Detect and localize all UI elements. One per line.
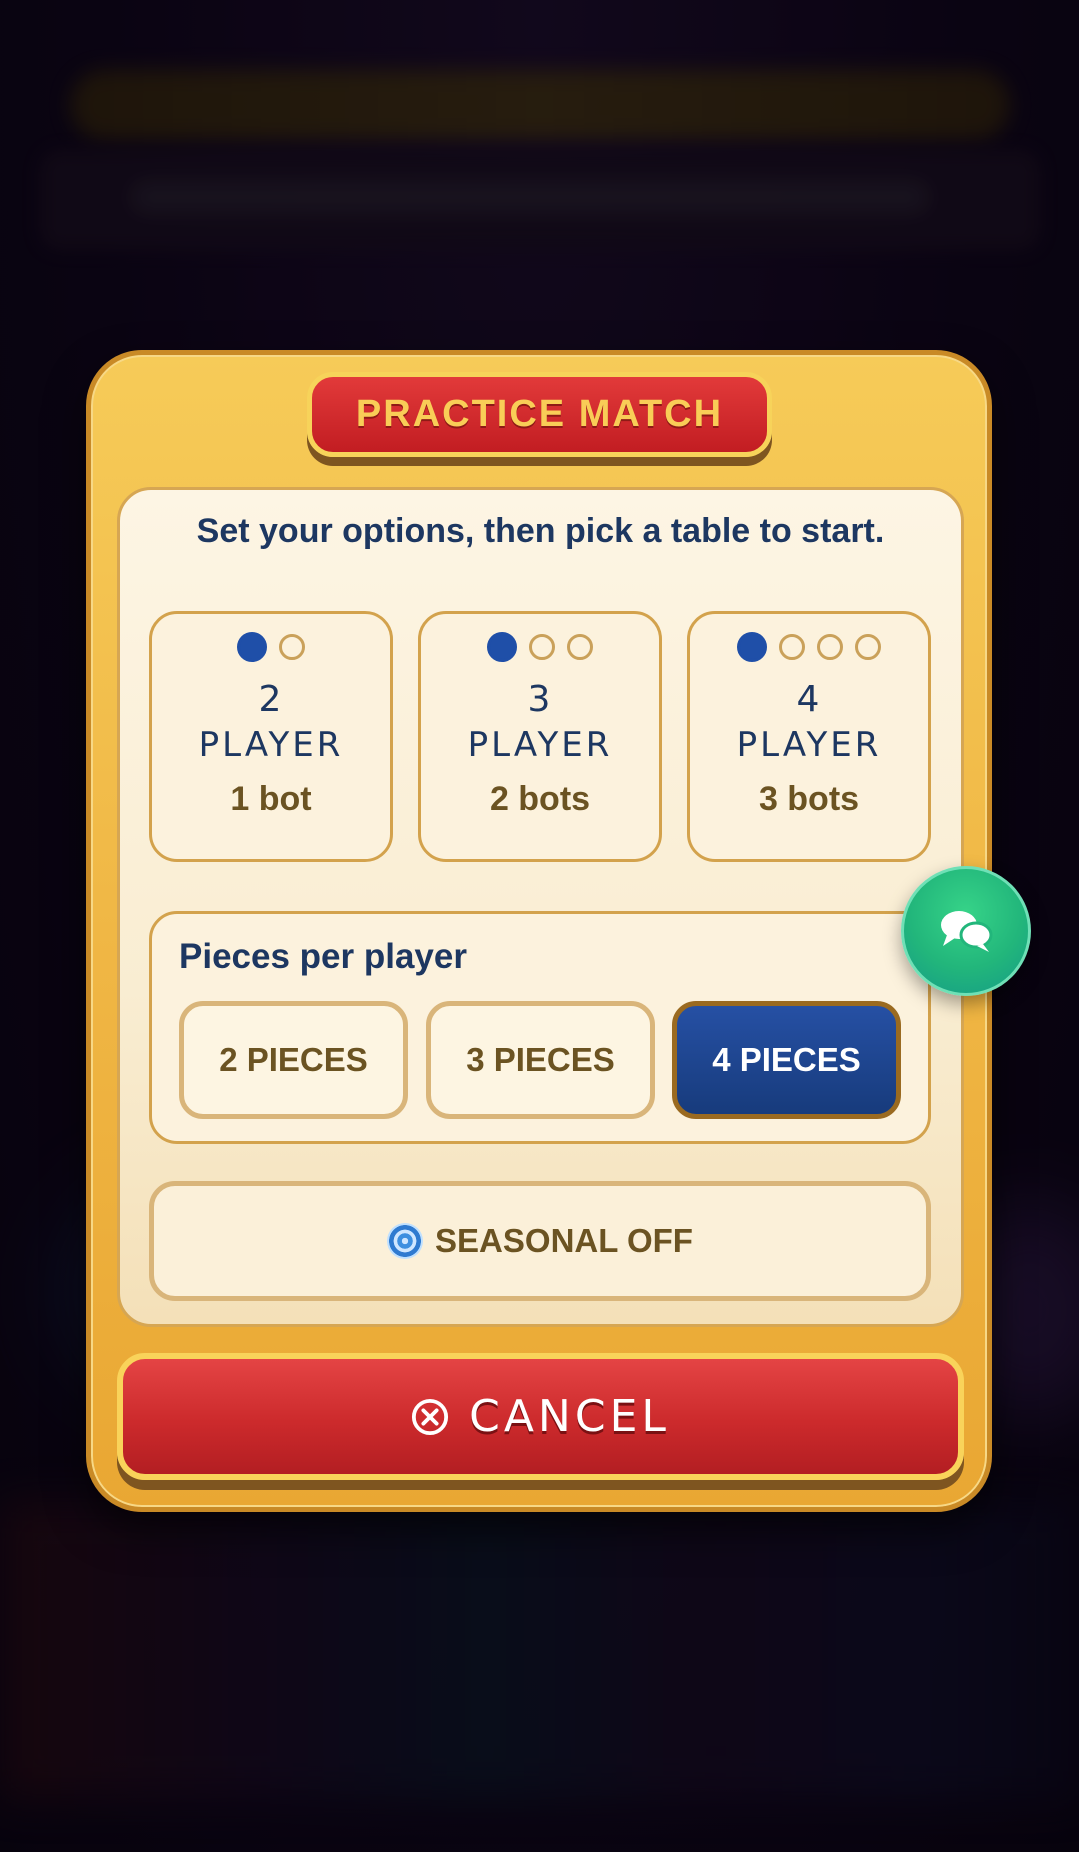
seat-dot-empty <box>855 634 881 660</box>
modal-subtitle: Set your options, then pick a table to s… <box>196 512 885 550</box>
chat-bubbles-icon <box>941 911 993 952</box>
pieces-option-2[interactable]: 2 PIECES <box>179 1001 408 1119</box>
seat-dot-filled <box>737 632 767 662</box>
pieces-option-4[interactable]: 4 PIECES <box>672 1001 901 1119</box>
mode-bot-count: 2 bots <box>489 780 591 818</box>
mode-card-4-player[interactable]: 4 PLAYER 3 bots <box>687 611 931 862</box>
seasonal-label: SEASONAL OFF <box>435 1222 693 1259</box>
mode-player-word: PLAYER <box>736 725 882 765</box>
mode-bot-count: 1 bot <box>230 780 312 818</box>
seat-indicator <box>421 632 659 668</box>
seasonal-toggle-button[interactable]: SEASONAL OFF <box>149 1181 931 1301</box>
close-circle-icon <box>412 1398 449 1435</box>
seat-dot-empty <box>817 634 843 660</box>
mode-player-count: 3 <box>527 679 553 720</box>
seat-indicator <box>152 632 390 668</box>
mode-card-3-player[interactable]: 3 PLAYER 2 bots <box>418 611 662 862</box>
mode-player-count: 4 <box>796 679 822 720</box>
spiral-icon <box>387 1223 424 1259</box>
mode-player-word: PLAYER <box>467 725 613 765</box>
modal-title-badge: PRACTICE MATCH <box>307 372 772 457</box>
seat-dot-empty <box>279 634 305 660</box>
seat-dot-empty <box>779 634 805 660</box>
mode-player-count: 2 <box>258 679 284 720</box>
cancel-button[interactable]: CANCEL <box>117 1353 964 1480</box>
cancel-label: CANCEL <box>469 1391 670 1442</box>
seat-dot-filled <box>487 632 517 662</box>
pieces-option-3[interactable]: 3 PIECES <box>426 1001 655 1119</box>
seat-dot-empty <box>567 634 593 660</box>
modal-title: PRACTICE MATCH <box>355 393 724 435</box>
seat-dot-empty <box>529 634 555 660</box>
seat-indicator <box>690 632 928 668</box>
mode-player-word: PLAYER <box>198 725 344 765</box>
mode-bot-count: 3 bots <box>758 780 860 818</box>
pieces-label: Pieces per player <box>179 937 467 976</box>
mode-card-2-player[interactable]: 2 PLAYER 1 bot <box>149 611 393 862</box>
chat-button[interactable] <box>901 866 1031 996</box>
seat-dot-filled <box>237 632 267 662</box>
